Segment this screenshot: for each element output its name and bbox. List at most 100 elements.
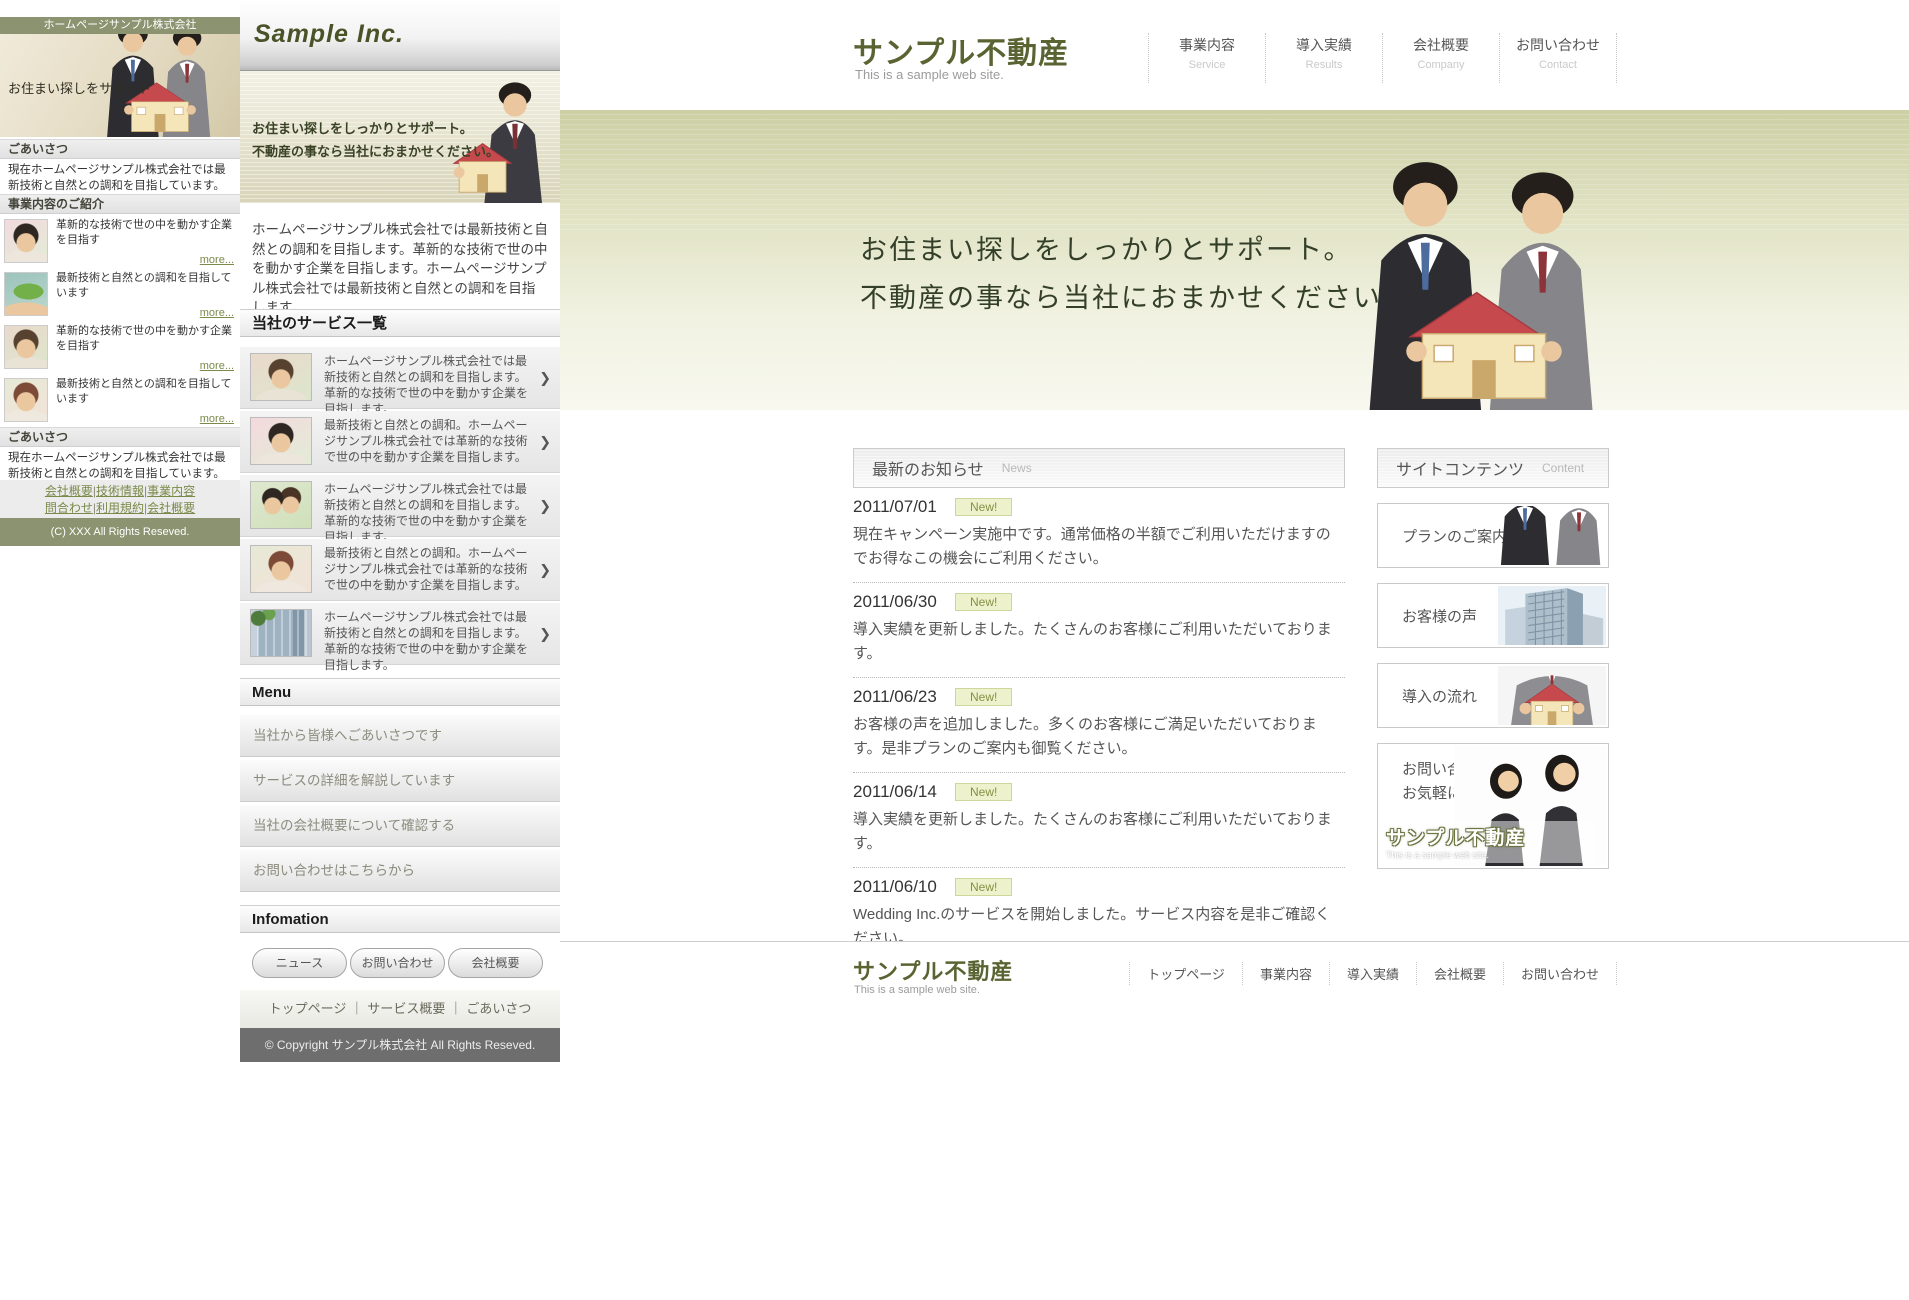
news-entry: 2011/07/01 New! 現在キャンペーン実施中です。通常価格の半額でご利… <box>853 488 1345 583</box>
footer-nav: トップページ 事業内容 導入実績 会社概要 お問い合わせ <box>1129 962 1617 985</box>
nav-sublabel: Company <box>1383 59 1499 71</box>
sidebar-link-plans[interactable]: プランのご案内 <box>1377 503 1609 568</box>
service-item-text: ホームページサンプル株式会社では最新技術と自然との調和を目指します。革新的な技術… <box>324 481 534 545</box>
nav-sublabel: Service <box>1149 59 1265 71</box>
heading-menu: Menu <box>240 678 560 706</box>
footer-link-company[interactable]: 会社概要 <box>45 484 93 498</box>
nav-item-results[interactable]: 導入実績 Results <box>1265 33 1382 83</box>
footer-link-tech[interactable]: 技術情報 <box>96 484 144 498</box>
button-news[interactable]: ニュース <box>252 948 347 978</box>
main-nav: 事業内容 Service 導入実績 Results 会社概要 Company お… <box>1148 33 1617 83</box>
footer-logo[interactable]: サンプル不動産 <box>853 954 1013 986</box>
footer-link-greeting[interactable]: ごあいさつ <box>466 1001 531 1016</box>
service-item-text: ホームページサンプル株式会社では最新技術と自然との調和を目指します。革新的な技術… <box>324 353 534 417</box>
separator: ｜ <box>350 1001 363 1016</box>
service-item-text: 最新技術と自然との調和。ホームページサンプル株式会社では革新的な技術で世の中を動… <box>324 417 534 465</box>
mobile-a-title-bar: ホームページサンプル株式会社 <box>0 17 240 34</box>
footer-link-company[interactable]: 会社概要 <box>1416 962 1503 985</box>
footer-link-service[interactable]: サービス概要 <box>367 1001 445 1016</box>
hero-banner: お住まい探しをしっかりとサポート。 不動産の事なら当社におまかせください。 <box>560 110 1909 410</box>
two-men-photo <box>1498 506 1606 565</box>
sidebar-panel-header: サイトコンテンツ Content <box>1377 448 1609 488</box>
mobile-b-header: Sample Inc. <box>240 0 560 71</box>
service-list-item[interactable]: ホームページサンプル株式会社では最新技術と自然との調和を目指します。革新的な技術… <box>240 603 560 665</box>
two-women-photo <box>250 481 312 529</box>
heading-greeting: ごあいさつ <box>0 139 240 159</box>
button-company[interactable]: 会社概要 <box>448 948 543 978</box>
service-item-text: 最新技術と自然との調和。ホームページサンプル株式会社では革新的な技術で世の中を動… <box>324 545 534 593</box>
separator: ｜ <box>449 1001 462 1016</box>
service-list-item[interactable]: ホームページサンプル株式会社では最新技術と自然との調和を目指します。革新的な技術… <box>240 347 560 409</box>
new-badge: New! <box>955 783 1012 801</box>
news-entry: 2011/06/23 New! お客様の声を追加しました。多くのお客様にご満足い… <box>853 678 1345 773</box>
footer-tagline: This is a sample web site. <box>854 984 980 996</box>
nav-item-company[interactable]: 会社概要 Company <box>1382 33 1499 83</box>
more-link[interactable]: more... <box>200 307 234 319</box>
business-item-text: 革新的な技術で世の中を動かす企業を目指す <box>56 324 237 354</box>
site-contents-sidebar: サイトコンテンツ Content プランのご案内 <box>1377 448 1609 869</box>
business-list-item[interactable]: 最新技術と自然との調和を目指しています more... <box>0 374 240 428</box>
hero-copy-line1: お住まい探しをしっかりとサポート。 <box>252 118 473 137</box>
mobile-b-hero-photo: お住まい探しをしっかりとサポート。 不動産の事なら当社におまかせください。 <box>240 71 560 203</box>
button-contact[interactable]: お問い合わせ <box>350 948 445 978</box>
footer-link-contact[interactable]: お問い合わせ <box>1503 962 1617 985</box>
footer-link-service[interactable]: 事業内容 <box>1242 962 1329 985</box>
service-list-item[interactable]: 最新技術と自然との調和。ホームページサンプル株式会社では革新的な技術で世の中を動… <box>240 539 560 601</box>
news-panel-header: 最新のお知らせ News <box>853 448 1345 488</box>
menu-item-service[interactable]: サービスの詳細を解説しています <box>240 760 560 802</box>
hero-copy-line2: 不動産の事なら当社におまかせください。 <box>252 141 499 160</box>
news-text: 導入実績を更新しました。たくさんのお客様にご利用いただいております。 <box>853 808 1345 856</box>
site-logo[interactable]: サンプル不動産 <box>853 28 1069 72</box>
footer-link-company-2[interactable]: 会社概要 <box>147 501 195 515</box>
mobile-b-footer-links: トップページ｜サービス概要｜ごあいさつ <box>240 990 560 1028</box>
new-badge: New! <box>955 593 1012 611</box>
nav-item-service[interactable]: 事業内容 Service <box>1148 33 1265 83</box>
news-date: 2011/06/30 <box>853 592 955 612</box>
menu-item-company[interactable]: 当社の会社概要について確認する <box>240 805 560 847</box>
sidebar-heading-sub: Content <box>1542 461 1584 475</box>
mobile-a-hero-photo: お住まい探しをサポート <box>0 34 240 137</box>
footer-link-top[interactable]: トップページ <box>269 1001 347 1016</box>
sidebar-link-contact[interactable]: お問い合わせは お気軽にどうぞ サンプル不動産 <box>1377 743 1609 869</box>
nav-sublabel: Contact <box>1500 59 1616 71</box>
heading-infomation: Infomation <box>240 905 560 933</box>
more-link[interactable]: more... <box>200 360 234 372</box>
more-link[interactable]: more... <box>200 254 234 266</box>
service-list-item[interactable]: 最新技術と自然との調和。ホームページサンプル株式会社では革新的な技術で世の中を動… <box>240 411 560 473</box>
mobile-a-copyright-bar: (C) XXX All Rights Reseved. <box>0 518 240 546</box>
mobile-a-hero-caption: お住まい探しをサポート <box>8 78 151 97</box>
two-men-with-house-photo <box>1308 146 1660 410</box>
news-heading-sub: News <box>1002 461 1032 475</box>
sidebar-link-flow[interactable]: 導入の流れ <box>1377 663 1609 728</box>
footer-link-top[interactable]: トップページ <box>1129 962 1242 985</box>
sidebar-link-label: プランのご案内 <box>1402 525 1507 546</box>
intro-text: ホームページサンプル株式会社では最新技術と自然との調和を目指します。革新的な技術… <box>252 220 548 318</box>
new-badge: New! <box>955 878 1012 896</box>
business-list-item[interactable]: 最新技術と自然との調和を目指しています more... <box>0 268 240 322</box>
footer-link-inquiry[interactable]: 問合わせ <box>45 501 93 515</box>
nav-item-contact[interactable]: お問い合わせ Contact <box>1499 33 1617 83</box>
footer-link-business[interactable]: 事業内容 <box>147 484 195 498</box>
business-list-item[interactable]: 革新的な技術で世の中を動かす企業を目指す more... <box>0 215 240 269</box>
chevron-right-icon: ❯ <box>539 561 551 578</box>
business-list-item[interactable]: 革新的な技術で世の中を動かす企業を目指す more... <box>0 321 240 375</box>
sidebar-link-voice[interactable]: お客様の声 <box>1377 583 1609 648</box>
service-item-text: ホームページサンプル株式会社では最新技術と自然との調和を目指します。革新的な技術… <box>324 609 534 673</box>
more-link[interactable]: more... <box>200 413 234 425</box>
service-list-item[interactable]: ホームページサンプル株式会社では最新技術と自然との調和を目指します。革新的な技術… <box>240 475 560 537</box>
mobile-preview-wide: Sample Inc. お住まい探しをしっかりとサポート。 不動産の事なら当社に… <box>240 0 560 1062</box>
news-entry: 2011/06/14 New! 導入実績を更新しました。たくさんのお客様にご利用… <box>853 773 1345 868</box>
sample-inc-logo[interactable]: Sample Inc. <box>254 20 404 49</box>
news-date: 2011/06/10 <box>853 877 955 897</box>
footer-link-results[interactable]: 導入実績 <box>1329 962 1416 985</box>
news-section: 最新のお知らせ News 2011/07/01 New! 現在キャンペーン実施中… <box>853 448 1345 962</box>
menu-item-greeting[interactable]: 当社から皆様へごあいさつです <box>240 715 560 757</box>
chevron-right-icon: ❯ <box>539 433 551 450</box>
hero-copy-line1: お住まい探しをしっかりとサポート。 <box>860 228 1352 267</box>
woman-portrait-photo <box>4 378 48 422</box>
footer-link-terms[interactable]: 利用規約 <box>96 501 144 515</box>
chevron-right-icon: ❯ <box>539 497 551 514</box>
news-text: お客様の声を追加しました。多くのお客様にご満足いただいております。是非プランのご… <box>853 713 1345 761</box>
menu-item-contact[interactable]: お問い合わせはこちらから <box>240 850 560 892</box>
news-date: 2011/06/23 <box>853 687 955 707</box>
